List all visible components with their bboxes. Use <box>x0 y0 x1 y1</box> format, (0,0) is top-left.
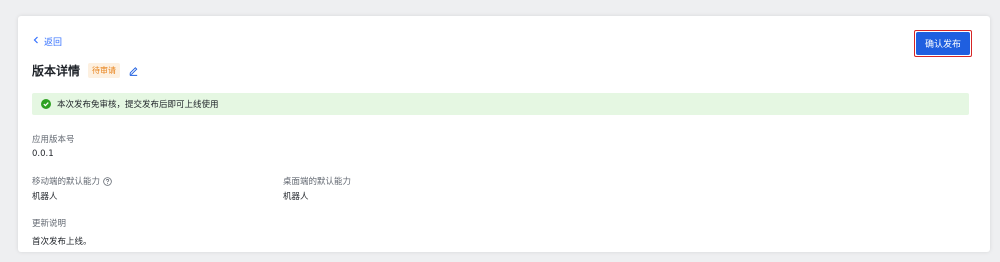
title-row: 版本详情 待审请 <box>32 62 139 79</box>
version-label-text: 应用版本号 <box>32 135 75 145</box>
back-label: 返回 <box>44 38 63 48</box>
mobile-ability-value: 机器人 <box>32 192 58 202</box>
back-link[interactable]: 返回 <box>32 35 62 48</box>
confirm-publish-button[interactable]: 确认发布 <box>915 32 970 55</box>
desktop-ability-value: 机器人 <box>283 192 309 202</box>
notice-banner: 本次发布免审核，提交发布后即可上线使用 <box>32 93 969 115</box>
version-label: 应用版本号 <box>32 133 75 145</box>
question-circle-icon[interactable] <box>103 176 112 186</box>
release-notes-value: 首次发布上线。 <box>32 237 92 247</box>
status-badge: 待审请 <box>88 63 121 78</box>
release-notes-label-text: 更新说明 <box>32 219 67 229</box>
release-notes-label: 更新说明 <box>32 217 66 229</box>
mobile-ability-label: 移动端的默认能力 <box>32 175 112 187</box>
notice-text: 本次发布免审核，提交发布后即可上线使用 <box>57 100 219 110</box>
confirm-button-highlight: 确认发布 <box>913 30 972 57</box>
version-value: 0.0.1 <box>32 149 54 159</box>
chevron-left-icon <box>32 36 40 47</box>
desktop-ability-label-text: 桌面端的默认能力 <box>283 177 352 187</box>
page-title: 版本详情 <box>32 64 81 78</box>
version-detail-card: 返回 确认发布 版本详情 待审请 本次发布免审核，提交发布后即可上线使用 应用版… <box>18 16 990 252</box>
desktop-ability-label: 桌面端的默认能力 <box>283 175 351 187</box>
pencil-icon[interactable] <box>128 65 139 76</box>
check-circle-icon <box>41 99 51 109</box>
mobile-ability-label-text: 移动端的默认能力 <box>32 177 101 187</box>
